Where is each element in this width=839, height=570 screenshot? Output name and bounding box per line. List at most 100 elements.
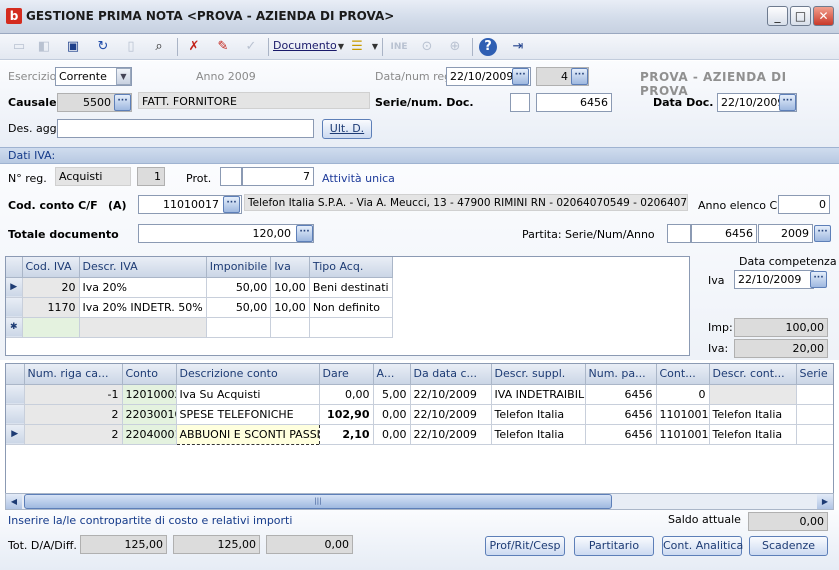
cell-descr-suppl[interactable]: Telefon Italia bbox=[491, 424, 586, 445]
col-header-descrizione-conto[interactable]: Descrizione conto bbox=[176, 364, 320, 385]
binoculars-icon[interactable]: ⌕ bbox=[148, 36, 170, 58]
cell-serie[interactable] bbox=[796, 424, 833, 445]
documento-menu[interactable]: Documento bbox=[273, 39, 337, 52]
scroll-left-icon[interactable]: ◀ bbox=[6, 494, 22, 509]
conto-lookup-icon[interactable]: ··· bbox=[223, 196, 240, 213]
cell-cod-iva[interactable]: 20 bbox=[22, 277, 80, 298]
cell-num-partita[interactable]: 6456 bbox=[585, 424, 657, 445]
col-header-descr-contropartita[interactable]: Descr. cont... bbox=[709, 364, 797, 385]
cell-da-data[interactable]: 22/10/2009 bbox=[410, 384, 492, 405]
cell-dare[interactable]: 102,90 bbox=[319, 404, 374, 425]
table-row[interactable]: ▶ 20 Iva 20% 50,00 10,00 Beni destinati bbox=[6, 277, 393, 298]
prot-prefix-field[interactable] bbox=[220, 167, 242, 186]
cell-cod-iva[interactable] bbox=[22, 317, 80, 338]
serie-field[interactable] bbox=[510, 93, 530, 112]
num-doc-field[interactable]: 6456 bbox=[536, 93, 612, 112]
cell-conto[interactable]: 12010002 bbox=[122, 384, 177, 405]
col-header-num-riga[interactable]: Num. riga ca... bbox=[24, 364, 123, 385]
des-agg-field[interactable] bbox=[57, 119, 314, 138]
cell-num-riga[interactable]: -1 bbox=[24, 384, 123, 405]
col-header-imponibile[interactable]: Imponibile bbox=[206, 257, 272, 278]
num-reg-lookup-icon[interactable]: ··· bbox=[571, 68, 588, 85]
help-icon[interactable]: ? bbox=[479, 38, 497, 56]
totale-lookup-icon[interactable]: ··· bbox=[296, 225, 313, 242]
currency-icon[interactable]: ⊙ bbox=[416, 36, 438, 58]
date-picker-icon[interactable]: ··· bbox=[779, 94, 796, 111]
delete-icon[interactable]: ▯ bbox=[120, 36, 142, 58]
table-row[interactable]: 2 22030010 SPESE TELEFONICHE 102,90 0,00… bbox=[6, 404, 833, 425]
totale-field[interactable]: 120,00 bbox=[138, 224, 314, 243]
partita-lookup-icon[interactable]: ··· bbox=[814, 225, 831, 242]
cell-imponibile[interactable]: 50,00 bbox=[206, 297, 272, 318]
col-header-dare[interactable]: Dare bbox=[319, 364, 374, 385]
col-header-conto[interactable]: Conto bbox=[122, 364, 177, 385]
save-icon[interactable]: ▣ bbox=[62, 36, 84, 58]
cell-imponibile[interactable] bbox=[206, 317, 272, 338]
scrollbar-thumb[interactable]: ||| bbox=[24, 494, 612, 509]
prot-value-field[interactable]: 7 bbox=[242, 167, 314, 186]
date-picker-icon[interactable]: ··· bbox=[512, 68, 529, 85]
cell-iva[interactable]: 10,00 bbox=[270, 277, 310, 298]
edit-check-icon[interactable]: ✎ bbox=[212, 36, 234, 58]
cell-descr-contropartita[interactable] bbox=[709, 384, 797, 405]
date-picker-icon[interactable]: ··· bbox=[810, 271, 827, 288]
cell-da-data[interactable]: 22/10/2009 bbox=[410, 424, 492, 445]
exit-door-icon[interactable]: ⇥ bbox=[507, 36, 529, 58]
cell-descr-iva[interactable]: Iva 20% bbox=[79, 277, 207, 298]
table-row[interactable]: 1170 Iva 20% INDETR. 50% 50,00 10,00 Non… bbox=[6, 297, 393, 318]
partita-serie-field[interactable] bbox=[667, 224, 691, 243]
cell-num-riga[interactable]: 2 bbox=[24, 424, 123, 445]
close-button[interactable]: ✕ bbox=[813, 6, 834, 26]
cell-conto[interactable]: 22030010 bbox=[122, 404, 177, 425]
col-header-avere[interactable]: A... bbox=[373, 364, 411, 385]
table-row[interactable]: ▶ 2 22040001 ABBUONI E SCONTI PASSIVI 2,… bbox=[6, 423, 833, 445]
cell-serie[interactable] bbox=[796, 404, 833, 425]
cell-descr-iva[interactable] bbox=[79, 317, 207, 338]
cell-tipo-acq[interactable] bbox=[309, 317, 393, 338]
cell-descr-suppl[interactable]: Telefon Italia bbox=[491, 404, 586, 425]
col-header-num-partita[interactable]: Num. pa... bbox=[585, 364, 657, 385]
cell-contropartita[interactable]: 0 bbox=[656, 384, 710, 405]
cell-da-data[interactable]: 22/10/2009 bbox=[410, 404, 492, 425]
col-header-serie[interactable]: Serie bbox=[796, 364, 833, 385]
cell-dare[interactable]: 2,10 bbox=[319, 424, 374, 445]
ult-d-button[interactable]: Ult. D. bbox=[322, 119, 372, 139]
col-header-descr-iva[interactable]: Descr. IVA bbox=[79, 257, 207, 278]
ine-icon[interactable]: INE bbox=[388, 36, 410, 58]
cell-descrizione-conto-selected[interactable]: ABBUONI E SCONTI PASSIVI bbox=[175, 423, 320, 445]
globe-icon[interactable]: ⊕ bbox=[444, 36, 466, 58]
new-document-icon[interactable]: ▭ bbox=[8, 36, 30, 58]
cell-descr-iva[interactable]: Iva 20% INDETR. 50% bbox=[79, 297, 207, 318]
cancel-edit-icon[interactable]: ✗ bbox=[183, 36, 205, 58]
cell-num-riga[interactable]: 2 bbox=[24, 404, 123, 425]
cell-iva[interactable] bbox=[270, 317, 310, 338]
cont-analitica-button[interactable]: Cont. Analitica bbox=[662, 536, 743, 556]
cell-tipo-acq[interactable]: Beni destinati bbox=[309, 277, 393, 298]
cell-descr-contropartita[interactable]: Telefon Italia bbox=[709, 404, 797, 425]
col-header-contropartita[interactable]: Cont... bbox=[656, 364, 710, 385]
anno-elenco-field[interactable]: 0 bbox=[778, 195, 830, 214]
cell-serie[interactable] bbox=[796, 384, 833, 405]
col-header-descr-suppl[interactable]: Descr. suppl. bbox=[491, 364, 586, 385]
cell-descr-contropartita[interactable]: Telefon Italia bbox=[709, 424, 797, 445]
cell-iva[interactable]: 10,00 bbox=[270, 297, 310, 318]
scroll-right-icon[interactable]: ▶ bbox=[817, 494, 833, 509]
cell-imponibile[interactable]: 50,00 bbox=[206, 277, 272, 298]
new-row[interactable]: ✱ bbox=[6, 317, 393, 338]
partita-num-field[interactable]: 6456 bbox=[691, 224, 757, 243]
minimize-button[interactable]: _ bbox=[767, 6, 788, 26]
cell-contropartita[interactable]: 11010017 bbox=[656, 404, 710, 425]
causale-lookup-icon[interactable]: ··· bbox=[114, 94, 131, 111]
table-row[interactable]: -1 12010002 Iva Su Acquisti 0,00 5,00 22… bbox=[6, 384, 833, 405]
cell-tipo-acq[interactable]: Non definito bbox=[309, 297, 393, 318]
prof-rit-cesp-button[interactable]: Prof/Rit/Cesp bbox=[485, 536, 565, 556]
scadenze-button[interactable]: Scadenze bbox=[749, 536, 828, 556]
partita-anno-field[interactable]: 2009 bbox=[758, 224, 813, 243]
undo-icon[interactable]: ↻ bbox=[92, 36, 114, 58]
open-icon[interactable]: ◧ bbox=[33, 36, 55, 58]
cell-contropartita[interactable]: 11010017 bbox=[656, 424, 710, 445]
cell-avere[interactable]: 0,00 bbox=[373, 404, 411, 425]
maximize-button[interactable]: □ bbox=[790, 6, 811, 26]
edit-disabled-icon[interactable]: ✓ bbox=[240, 36, 262, 58]
col-header-tipo-acq[interactable]: Tipo Acq. bbox=[309, 257, 393, 278]
